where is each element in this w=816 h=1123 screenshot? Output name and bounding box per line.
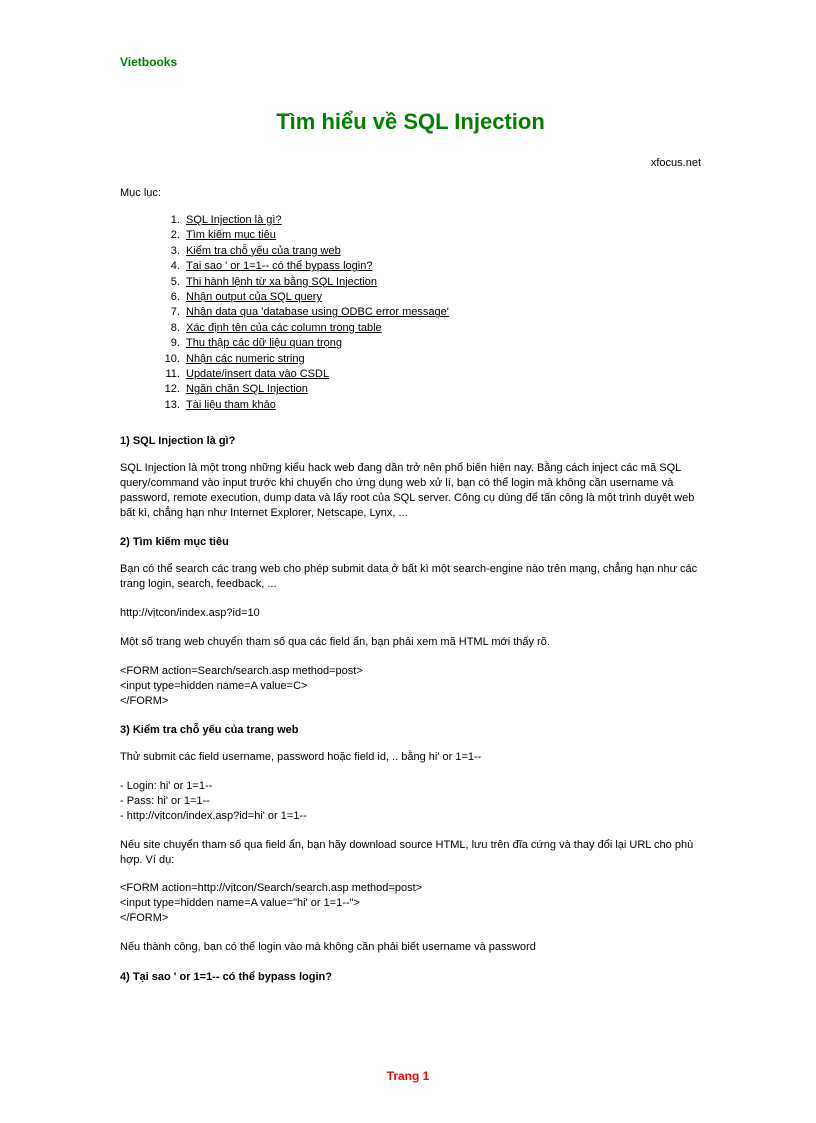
section-heading-1: 1) SQL Injection là gì? [120, 435, 701, 447]
section-heading-4: 4) Tại sao ' or 1=1-- có thể bypass logi… [120, 971, 701, 983]
page-title: Tìm hiểu về SQL Injection [120, 109, 701, 135]
paragraph: SQL Injection là một trong những kiểu ha… [120, 461, 701, 520]
toc-link[interactable]: Nhận các numeric string [186, 353, 305, 365]
toc-item[interactable]: SQL Injection là gì? [183, 213, 701, 228]
toc-heading: Mục lục: [120, 187, 701, 199]
toc-item[interactable]: Kiểm tra chỗ yếu của trang web [183, 244, 701, 259]
toc-link[interactable]: Thi hành lệnh từ xa bằng SQL Injection [186, 276, 377, 288]
toc-item[interactable]: Tìm kiếm mục tiêu [183, 228, 701, 243]
toc-item[interactable]: Update/insert data vào CSDL [183, 367, 701, 382]
toc-item[interactable]: Nhận các numeric string [183, 352, 701, 367]
source-label: xfocus.net [120, 157, 701, 169]
toc-link[interactable]: Update/insert data vào CSDL [186, 368, 329, 380]
document-page: Vietbooks Tìm hiểu về SQL Injection xfoc… [0, 0, 816, 1123]
code-block: - Login: hi' or 1=1--- Pass: hi' or 1=1-… [120, 779, 701, 824]
toc-item[interactable]: Ngăn chặn SQL Injection [183, 382, 701, 397]
paragraph: http://vịtcon/index.asp?id=10 [120, 606, 701, 621]
section-heading-3: 3) Kiểm tra chỗ yếu của trang web [120, 724, 701, 736]
section-heading-2: 2) Tìm kiếm mục tiêu [120, 536, 701, 548]
paragraph: Bạn có thể search các trang web cho phép… [120, 562, 701, 592]
toc-link[interactable]: Thu thập các dữ liệu quan trọng [186, 337, 342, 349]
toc-link[interactable]: SQL Injection là gì? [186, 214, 282, 226]
toc-link[interactable]: Ngăn chặn SQL Injection [186, 383, 308, 395]
paragraph: Thử submit các field username, password … [120, 750, 701, 765]
toc-item[interactable]: Thi hành lệnh từ xa bằng SQL Injection [183, 275, 701, 290]
toc-item[interactable]: Nhận data qua 'database using ODBC error… [183, 305, 701, 320]
toc-link[interactable]: Tài liệu tham khảo [186, 399, 276, 411]
toc-link[interactable]: Tại sao ' or 1=1-- có thể bypass login? [186, 260, 372, 272]
table-of-contents: SQL Injection là gì? Tìm kiếm mục tiêu K… [120, 213, 701, 413]
paragraph: Một số trang web chuyển tham số qua các … [120, 635, 701, 650]
paragraph: Nếu site chuyển tham số qua field ẩn, bạ… [120, 838, 701, 868]
toc-link[interactable]: Xác định tên của các column trong table [186, 322, 382, 334]
toc-link[interactable]: Tìm kiếm mục tiêu [186, 229, 276, 241]
toc-link[interactable]: Kiểm tra chỗ yếu của trang web [186, 245, 341, 257]
toc-item[interactable]: Thu thập các dữ liệu quan trọng [183, 336, 701, 351]
toc-link[interactable]: Nhận output của SQL query [186, 291, 322, 303]
toc-item[interactable]: Tại sao ' or 1=1-- có thể bypass login? [183, 259, 701, 274]
code-block: <FORM action=Search/search.asp method=po… [120, 664, 701, 709]
brand-label: Vietbooks [120, 55, 701, 69]
code-block: <FORM action=http://vịtcon/Search/search… [120, 881, 701, 926]
toc-item[interactable]: Tài liệu tham khảo [183, 398, 701, 413]
paragraph: Nếu thành công, bạn có thể login vào mà … [120, 940, 701, 955]
page-number: Trang 1 [0, 1069, 816, 1083]
toc-item[interactable]: Xác định tên của các column trong table [183, 321, 701, 336]
toc-item[interactable]: Nhận output của SQL query [183, 290, 701, 305]
toc-link[interactable]: Nhận data qua 'database using ODBC error… [186, 306, 449, 318]
